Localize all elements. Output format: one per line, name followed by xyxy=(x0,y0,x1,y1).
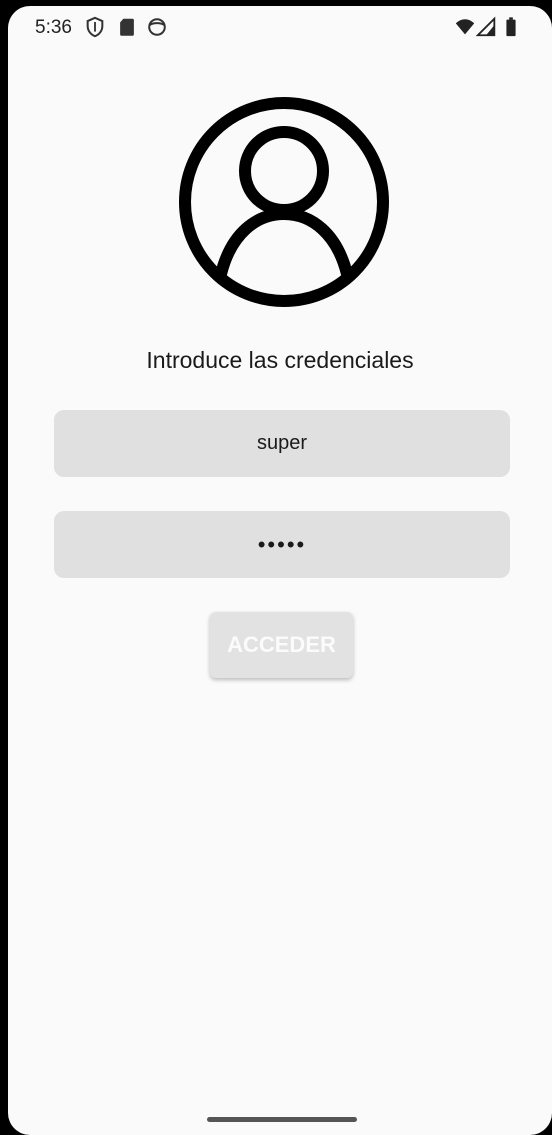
home-indicator[interactable] xyxy=(207,1117,357,1122)
account-circle-icon xyxy=(179,97,389,307)
password-field[interactable] xyxy=(54,511,510,578)
status-bar: 5:36 xyxy=(8,6,552,50)
wifi-icon xyxy=(455,19,475,35)
login-screen: 5:36 Introduce las credenciales super ••… xyxy=(8,6,552,1135)
sd-card-icon xyxy=(120,18,134,36)
battery-icon xyxy=(506,17,516,37)
login-subtitle: Introduce las credenciales xyxy=(146,347,414,373)
username-field[interactable] xyxy=(54,410,510,477)
status-time: 5:36 xyxy=(35,17,72,38)
acceder-button[interactable]: ACCEDER xyxy=(210,612,353,678)
face-icon xyxy=(148,18,166,36)
signal-icon xyxy=(476,16,496,37)
shield-icon xyxy=(86,16,104,38)
